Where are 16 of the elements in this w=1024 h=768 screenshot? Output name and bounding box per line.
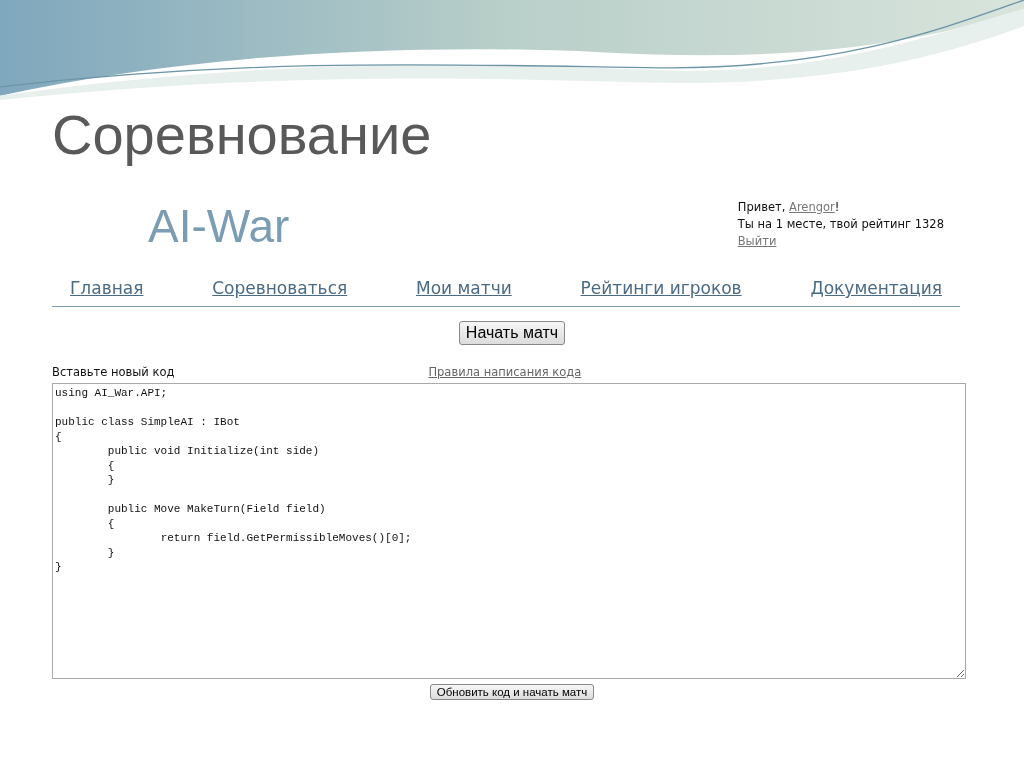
- code-label: Вставьте новый код: [52, 365, 175, 379]
- nav-link[interactable]: Главная: [70, 278, 144, 298]
- nav-link[interactable]: Документация: [810, 278, 942, 298]
- nav-link[interactable]: Соревноваться: [212, 278, 348, 298]
- site-logo: AI-War: [148, 199, 290, 254]
- start-match-button[interactable]: Начать матч: [458, 321, 566, 345]
- greeting-text: Привет, Arengor!: [737, 200, 841, 214]
- username-link[interactable]: Arengor: [789, 200, 835, 214]
- logout-link[interactable]: Выйти: [737, 234, 944, 248]
- update-code-button[interactable]: Обновить код и начать матч: [429, 684, 595, 700]
- rules-link[interactable]: Правила написания кода: [428, 365, 582, 379]
- slide-title: Соревнование: [52, 102, 432, 168]
- nav-link[interactable]: Мои матчи: [416, 278, 512, 298]
- nav-link[interactable]: Рейтинги игроков: [580, 278, 742, 298]
- code-editor[interactable]: using AI_War.API; public class SimpleAI : IBot { public void Initialize(int side) { } public Move MakeTurn(Field field) { return field.GetPermissibleMoves()[0]; } }: [52, 383, 966, 679]
- rating-text: Ты на 1 месте, твой рейтинг 1328: [737, 217, 944, 231]
